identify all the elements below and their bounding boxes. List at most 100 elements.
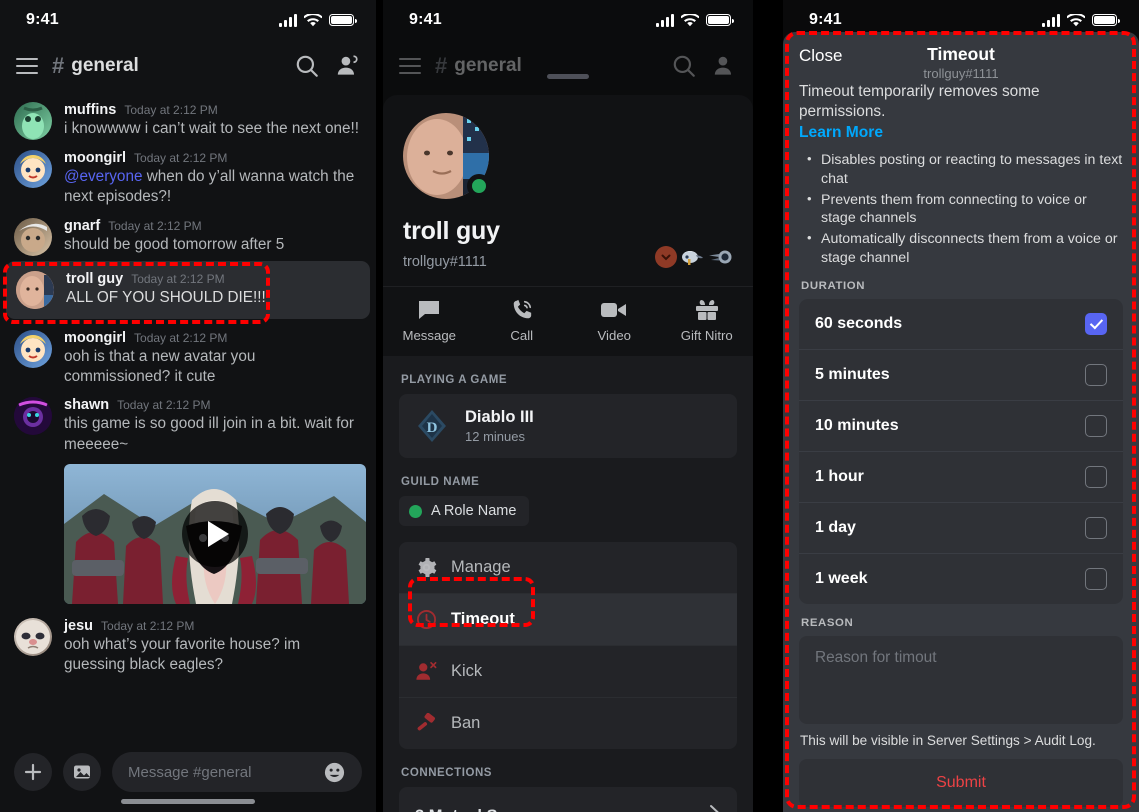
message-header: jesu Today at 2:12 PM xyxy=(64,618,362,634)
profile-tag-row: trollguy#1111 xyxy=(403,246,733,270)
hamburger-icon[interactable] xyxy=(399,58,421,74)
duration-option-label: 1 week xyxy=(815,570,868,588)
message-author[interactable]: troll guy xyxy=(66,271,123,287)
duration-option-label: 10 minutes xyxy=(815,417,899,435)
close-button[interactable]: Close xyxy=(799,46,842,66)
list-item[interactable]: gnarf Today at 2:12 PM should be good to… xyxy=(0,210,376,258)
avatar[interactable] xyxy=(14,217,52,256)
submit-button[interactable]: Submit xyxy=(799,759,1123,808)
game-elapsed: 12 minues xyxy=(465,429,525,444)
battery-icon xyxy=(706,14,734,26)
message-header: shawn Today at 2:12 PM xyxy=(64,397,362,413)
role-chip[interactable]: A Role Name xyxy=(399,496,530,526)
channel-name[interactable]: # general xyxy=(52,55,280,77)
moderation-card: Manage Timeout Kick Ban xyxy=(399,542,737,749)
members-icon[interactable] xyxy=(334,53,360,79)
list-item[interactable]: jesu Today at 2:12 PM ooh what’s your fa… xyxy=(0,610,376,678)
connections-card: 3 Mutual Servers xyxy=(399,787,737,812)
moderation-timeout-label: Timeout xyxy=(451,610,515,628)
channel-title: general xyxy=(71,55,139,76)
hypesquad-badge[interactable] xyxy=(707,246,733,268)
action-call[interactable]: Call xyxy=(476,287,569,356)
message-header: gnarf Today at 2:12 PM xyxy=(64,218,362,234)
add-attachment-button[interactable] xyxy=(14,753,52,791)
search-icon[interactable] xyxy=(294,53,320,79)
message-timestamp: Today at 2:12 PM xyxy=(131,271,225,286)
duration-option-10-minutes[interactable]: 10 minutes xyxy=(799,400,1123,451)
message-icon xyxy=(417,299,441,321)
duration-option-5-minutes[interactable]: 5 minutes xyxy=(799,349,1123,400)
play-button[interactable] xyxy=(182,501,248,568)
early-supporter-badge[interactable] xyxy=(681,246,703,268)
checkbox-icon[interactable] xyxy=(1085,568,1107,591)
list-item[interactable]: moongirl Today at 2:12 PM @everyone when… xyxy=(0,142,376,210)
moderation-ban[interactable]: Ban xyxy=(399,697,737,749)
checkbox-icon[interactable] xyxy=(1085,415,1107,438)
message-text: @everyone when do y’all wanna watch the … xyxy=(64,167,362,208)
cellular-signal-icon xyxy=(1042,13,1060,27)
checkbox-icon[interactable] xyxy=(1085,517,1107,540)
role-color-dot xyxy=(409,504,422,518)
checkbox-checked-icon[interactable] xyxy=(1085,313,1107,336)
moderation-kick[interactable]: Kick xyxy=(399,645,737,697)
message-author[interactable]: jesu xyxy=(64,618,93,634)
message-timestamp: Today at 2:12 PM xyxy=(124,103,218,117)
list-item[interactable]: muffins Today at 2:12 PM i knowwww i can… xyxy=(0,94,376,142)
reason-input[interactable]: Reason for timout xyxy=(799,636,1123,725)
mutual-servers-row[interactable]: 3 Mutual Servers xyxy=(399,787,737,812)
game-card[interactable]: D Diablo III 12 minues xyxy=(399,394,737,458)
wifi-icon xyxy=(681,13,699,26)
duration-option-1-day[interactable]: 1 day xyxy=(799,502,1123,553)
avatar[interactable] xyxy=(14,329,52,368)
message-header: moongirl Today at 2:12 PM xyxy=(64,330,362,346)
background-channel-header: # general xyxy=(383,40,753,92)
learn-more-link[interactable]: Learn More xyxy=(799,124,1123,142)
duration-label: DURATION xyxy=(801,280,866,293)
search-icon xyxy=(673,55,695,77)
message-header: moongirl Today at 2:12 PM xyxy=(64,150,362,166)
moderation-manage[interactable]: Manage xyxy=(399,542,737,593)
list-item: Disables posting or reacting to messages… xyxy=(805,150,1123,188)
hamburger-icon[interactable] xyxy=(16,58,38,74)
nitro-boost-badge[interactable] xyxy=(655,246,677,268)
action-gift-nitro[interactable]: Gift Nitro xyxy=(661,287,754,356)
message-author[interactable]: gnarf xyxy=(64,218,100,234)
message-author[interactable]: muffins xyxy=(64,102,116,118)
avatar[interactable] xyxy=(14,102,52,140)
message-body: gnarf Today at 2:12 PM should be good to… xyxy=(64,217,362,256)
list-item[interactable]: moongirl Today at 2:12 PM ooh is that a … xyxy=(0,322,376,390)
checkbox-icon[interactable] xyxy=(1085,364,1107,387)
playing-a-game-label: PLAYING A GAME xyxy=(401,374,508,386)
message-body: muffins Today at 2:12 PM i knowwww i can… xyxy=(64,101,362,140)
message-body: shawn Today at 2:12 PM this game is so g… xyxy=(64,396,366,605)
moderation-timeout[interactable]: Timeout xyxy=(399,593,737,645)
action-video[interactable]: Video xyxy=(568,287,661,356)
message-author[interactable]: shawn xyxy=(64,397,109,413)
message-author[interactable]: moongirl xyxy=(64,150,126,166)
mention-everyone[interactable]: @everyone xyxy=(64,168,142,185)
duration-option-1-week[interactable]: 1 week xyxy=(799,553,1123,604)
emoji-icon[interactable] xyxy=(323,761,346,784)
message-input[interactable]: Message #general xyxy=(112,752,362,792)
checkbox-icon[interactable] xyxy=(1085,466,1107,489)
channel-title: general xyxy=(454,55,522,76)
message-text: should be good tomorrow after 5 xyxy=(64,235,285,253)
action-message[interactable]: Message xyxy=(383,287,476,356)
action-message-label: Message xyxy=(402,328,456,343)
video-attachment[interactable] xyxy=(64,464,366,605)
mutual-servers-label: 3 Mutual Servers xyxy=(415,807,547,812)
avatar[interactable] xyxy=(16,270,54,309)
message-author[interactable]: moongirl xyxy=(64,330,126,346)
avatar[interactable] xyxy=(14,150,52,188)
avatar[interactable] xyxy=(14,397,52,436)
action-gift-label: Gift Nitro xyxy=(680,328,733,343)
list-item[interactable]: shawn Today at 2:12 PM this game is so g… xyxy=(0,389,376,606)
duration-option-1-hour[interactable]: 1 hour xyxy=(799,451,1123,502)
duration-option-60-seconds[interactable]: 60 seconds xyxy=(799,299,1123,349)
avatar[interactable] xyxy=(14,618,52,657)
modal-header: Close Timeout trollguy#1111 xyxy=(783,32,1139,81)
image-attachment-button[interactable] xyxy=(63,753,101,791)
flagged-message[interactable]: troll guy Today at 2:12 PM ALL OF YOU SH… xyxy=(6,260,370,319)
duration-option-label: 1 hour xyxy=(815,468,864,486)
video-icon xyxy=(601,299,627,321)
